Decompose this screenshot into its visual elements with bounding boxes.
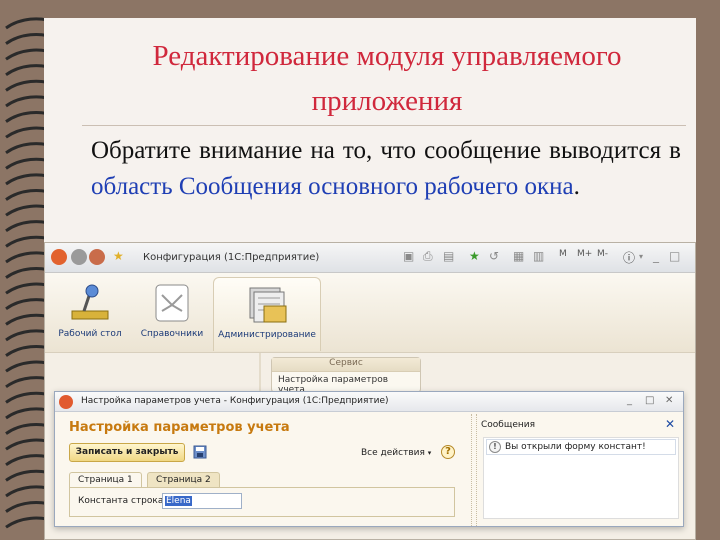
- info-dropdown-icon[interactable]: ▾: [639, 252, 643, 261]
- tab-page-1[interactable]: Страница 1: [69, 472, 142, 488]
- section-desktop[interactable]: Рабочий стол: [47, 277, 133, 351]
- favorite-add-icon[interactable]: ★: [469, 249, 480, 263]
- catalogs-icon: [155, 284, 189, 322]
- all-actions-label: Все действия: [361, 448, 425, 458]
- message-info-icon: !: [489, 441, 501, 453]
- preview-icon[interactable]: ▤: [443, 249, 454, 263]
- memory-button[interactable]: M: [559, 249, 567, 259]
- messages-list: ! Вы открыли форму констант!: [483, 437, 679, 519]
- title-divider: [82, 125, 686, 126]
- section-administration-label: Администрирование: [218, 330, 316, 340]
- minimize-icon[interactable]: _: [653, 249, 659, 263]
- section-catalogs[interactable]: Справочники: [129, 277, 215, 351]
- favorites-star-icon[interactable]: ★: [113, 249, 124, 263]
- dialog-app-icon: [59, 395, 73, 409]
- app-logo-icon[interactable]: [51, 249, 67, 265]
- desktop-icon: [71, 284, 109, 320]
- body-highlight: область Сообщения основного рабочего окн…: [91, 173, 574, 200]
- memory-subtract-button[interactable]: M-: [597, 249, 608, 259]
- print-icon[interactable]: ⎙: [423, 249, 433, 264]
- section-catalogs-label: Справочники: [140, 329, 204, 339]
- dialog-maximize-icon[interactable]: □: [645, 395, 654, 406]
- message-text: Вы открыли форму констант!: [505, 442, 646, 452]
- dropdown-arrow-icon: ▾: [427, 449, 432, 457]
- dialog-window-title: Настройка параметров учета - Конфигураци…: [81, 396, 389, 406]
- dialog-minimize-icon[interactable]: _: [627, 395, 632, 406]
- body-period: .: [573, 173, 580, 200]
- dialog-splitter[interactable]: [471, 414, 477, 526]
- service-menu-header: Сервис: [272, 358, 420, 372]
- save-and-close-button[interactable]: Записать и закрыть: [69, 443, 185, 462]
- messages-title: Сообщения: [481, 420, 536, 430]
- memory-add-button[interactable]: M+: [577, 249, 592, 259]
- sections-panel: Рабочий стол Справочники Администрирован…: [45, 273, 695, 353]
- section-administration[interactable]: Администрирование: [213, 277, 321, 351]
- messages-panel: Сообщения ✕ ! Вы открыли форму констант!: [479, 414, 683, 526]
- help-icon[interactable]: ?: [441, 445, 455, 459]
- calendar-icon[interactable]: ▥: [533, 249, 544, 263]
- panel-splitter[interactable]: [259, 353, 261, 393]
- service-menu: Сервис Настройка параметров учета: [271, 357, 421, 395]
- settings-dialog: Настройка параметров учета - Конфигураци…: [54, 391, 684, 527]
- floppy-save-icon[interactable]: [193, 445, 207, 459]
- slide-title-line1: Редактирование модуля управляемого: [152, 40, 622, 72]
- info-icon[interactable]: ⓘ: [623, 249, 635, 266]
- history-icon[interactable]: ↺: [489, 249, 499, 263]
- dialog-close-icon[interactable]: ✕: [665, 395, 673, 406]
- forward-icon[interactable]: [89, 249, 105, 265]
- slide-title: Редактирование модуля управляемого прило…: [82, 34, 692, 124]
- app-titlebar: ★ Конфигурация (1С:Предприятие) ▣ ⎙ ▤ ★ …: [45, 243, 695, 273]
- all-actions-menu[interactable]: Все действия ▾: [361, 448, 431, 458]
- back-icon[interactable]: [71, 249, 87, 265]
- constant-string-input[interactable]: Elena: [162, 493, 242, 509]
- maximize-icon[interactable]: □: [669, 249, 680, 263]
- app-title: Конфигурация (1С:Предприятие): [143, 252, 320, 263]
- dialog-titlebar[interactable]: Настройка параметров учета - Конфигураци…: [55, 392, 683, 412]
- messages-close-icon[interactable]: ✕: [665, 417, 675, 431]
- administration-icon: [249, 287, 287, 323]
- tab-page-2[interactable]: Страница 2: [147, 472, 220, 488]
- form-title: Настройка параметров учета: [69, 420, 290, 435]
- slide-title-line2: приложения: [311, 85, 463, 117]
- constant-string-label: Константа строка:: [78, 496, 167, 506]
- tab-panel: Константа строка: Elena: [69, 487, 455, 517]
- slide-body-text: Обратите внимание на то, что сообщение в…: [91, 133, 681, 205]
- save-icon[interactable]: ▣: [403, 249, 414, 263]
- constant-string-value: Elena: [165, 496, 192, 506]
- calculator-icon[interactable]: ▦: [513, 249, 524, 263]
- body-text: Обратите внимание на то, что сообщение в…: [91, 137, 681, 164]
- section-desktop-label: Рабочий стол: [58, 329, 122, 339]
- message-row[interactable]: ! Вы открыли форму констант!: [486, 439, 676, 455]
